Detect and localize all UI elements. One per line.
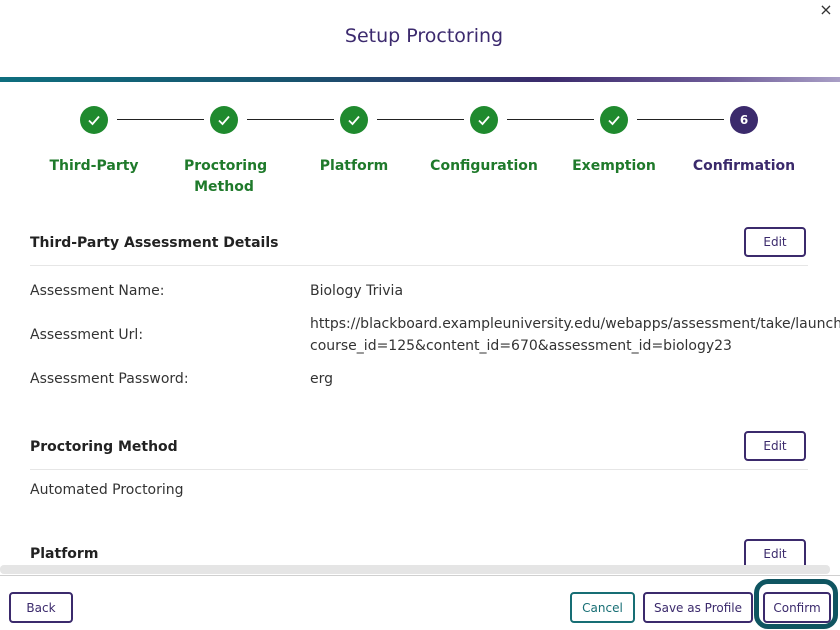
back-button[interactable]: Back (9, 592, 73, 623)
platform-section-title: Platform (30, 546, 99, 562)
step-connector (377, 119, 464, 120)
assessment-password-label: Assessment Password: (30, 371, 189, 387)
step-connector (507, 119, 594, 120)
step-label-platform: Platform (319, 158, 389, 174)
save-as-profile-button[interactable]: Save as Profile (643, 592, 753, 623)
section-divider (30, 469, 808, 470)
step-1-check-icon (80, 106, 108, 134)
step-label-exemption: Exemption (572, 158, 656, 174)
edit-method-button[interactable]: Edit (744, 431, 806, 461)
step-label-confirmation: Confirmation (692, 158, 796, 174)
step-label-proctoring-method: Proctoring Method (164, 156, 284, 198)
assessment-url-line1: https://blackboard.exampleuniversity.edu… (310, 316, 840, 332)
step-4-check-icon (470, 106, 498, 134)
assessment-name-label: Assessment Name: (30, 283, 165, 299)
step-label-third-party: Third-Party (49, 158, 139, 174)
assessment-section-title: Third-Party Assessment Details (30, 235, 279, 251)
header-gradient-bar (0, 77, 840, 82)
step-2-check-icon (210, 106, 238, 134)
method-value: Automated Proctoring (30, 482, 184, 498)
step-label-configuration: Configuration (430, 158, 538, 174)
step-label-proctoring-method-text: Proctoring Method (184, 158, 268, 195)
step-connector (117, 119, 204, 120)
step-connector (637, 119, 724, 120)
assessment-name-value: Biology Trivia (310, 283, 404, 299)
step-3-check-icon (340, 106, 368, 134)
assessment-url-value: https://blackboard.exampleuniversity.edu… (310, 313, 840, 357)
section-divider (30, 265, 808, 266)
horizontal-scrollbar[interactable] (0, 565, 830, 574)
edit-assessment-button[interactable]: Edit (744, 227, 806, 257)
assessment-password-value: erg (310, 371, 334, 387)
step-6-number-text: 6 (739, 113, 749, 127)
assessment-url-line2: course_id=125&content_id=670&assessment_… (310, 338, 732, 354)
step-connector (247, 119, 334, 120)
step-5-check-icon (600, 106, 628, 134)
assessment-url-label: Assessment Url: (30, 327, 144, 343)
close-icon[interactable]: × (818, 2, 834, 18)
confirm-button[interactable]: Confirm (763, 592, 831, 623)
footer-divider (0, 575, 840, 576)
cancel-button[interactable]: Cancel (570, 592, 635, 623)
method-section-title: Proctoring Method (30, 439, 178, 455)
dialog-title: Setup Proctoring (344, 25, 504, 47)
step-6-number: 6 (730, 106, 758, 134)
